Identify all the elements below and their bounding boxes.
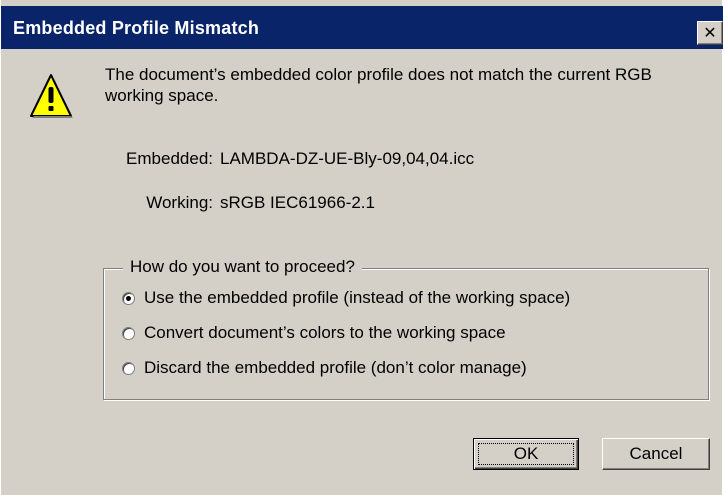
radio-button-discard[interactable] [122,361,135,375]
embedded-profile-value: LAMBDA-DZ-UE-Bly-09,04,04.icc [220,149,475,168]
ok-button[interactable]: OK [473,438,579,470]
cancel-button[interactable]: Cancel [602,438,710,470]
proceed-groupbox-legend: How do you want to proceed? [123,257,362,277]
radio-label-convert: Convert document’s colors to the working… [144,323,506,342]
embedded-label: Embedded: [126,149,213,168]
message-text: The document’s embedded color profile do… [105,65,652,105]
radio-option-discard[interactable]: Discard the embedded profile (don’t colo… [122,357,527,379]
radio-button-convert[interactable] [122,326,135,340]
working-space-value: sRGB IEC61966-2.1 [220,193,375,212]
working-label: Working: [146,193,213,212]
ok-button-label: OK [513,444,539,463]
warning-icon [30,74,73,118]
dialog-window: Embedded Profile Mismatch ✕ The document… [0,0,723,495]
radio-option-convert[interactable]: Convert document’s colors to the working… [122,322,506,344]
close-button[interactable]: ✕ [697,21,723,45]
radio-label-discard: Discard the embedded profile (don’t colo… [144,358,527,377]
cancel-button-label: Cancel [629,444,683,463]
title-bar[interactable]: Embedded Profile Mismatch ✕ [1,6,723,49]
radio-label-use-embedded: Use the embedded profile (instead of the… [144,288,571,307]
radio-option-use-embedded[interactable]: Use the embedded profile (instead of the… [122,287,570,309]
close-icon: ✕ [703,23,717,42]
dialog-title: Embedded Profile Mismatch [13,18,260,38]
radio-button-use-embedded[interactable] [122,291,135,305]
